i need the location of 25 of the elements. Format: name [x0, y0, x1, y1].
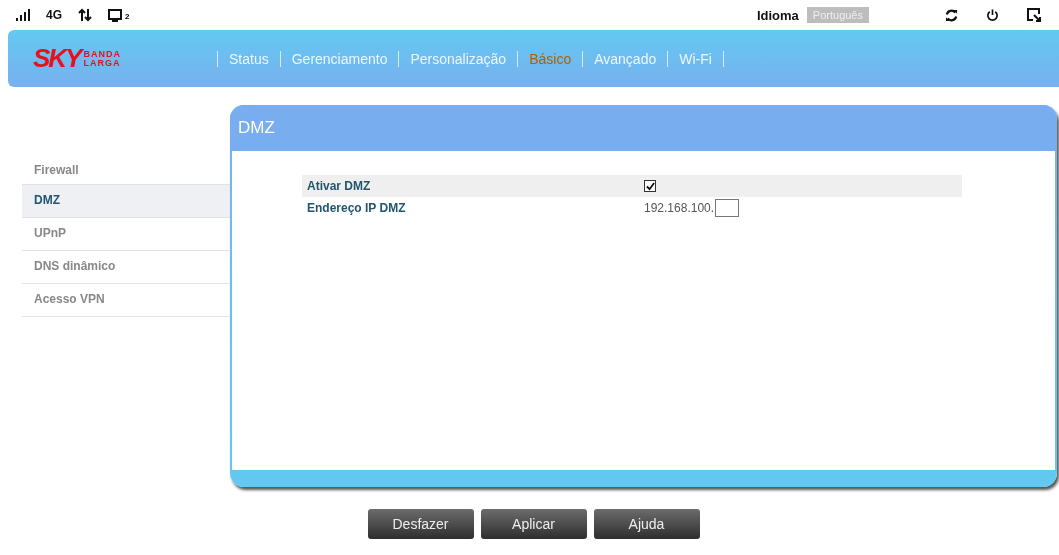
logout-icon[interactable] — [1027, 8, 1041, 22]
nav-tab[interactable]: Gerenciamento — [280, 50, 399, 67]
action-button[interactable]: Desfazer — [367, 509, 474, 539]
field-label: Endereço IP DMZ — [306, 201, 407, 215]
action-button[interactable]: Ajuda — [593, 509, 700, 539]
ip-prefix: 192.168.100. — [644, 201, 715, 215]
nav-tab[interactable]: Básico — [518, 50, 583, 67]
language-label: Idioma — [756, 7, 799, 23]
sidebar-item[interactable]: DMZ — [22, 185, 230, 218]
nav-tab[interactable]: Status — [218, 50, 280, 67]
enable-checkbox[interactable] — [644, 180, 656, 192]
power-icon[interactable] — [986, 8, 999, 22]
nav-tab[interactable]: Avançado — [583, 50, 668, 67]
data-transfer-icon — [78, 8, 92, 22]
action-button[interactable]: Aplicar — [480, 509, 587, 539]
panel-title: DMZ — [238, 118, 275, 138]
device-count: 2 — [125, 12, 130, 21]
nav-tab[interactable]: Wi-Fi — [668, 50, 723, 67]
monitor-icon — [108, 8, 122, 22]
refresh-icon[interactable] — [945, 8, 958, 22]
ip-input-field[interactable] — [715, 199, 740, 217]
signal-icon — [16, 9, 30, 21]
nav-tab[interactable]: Personalização — [399, 50, 518, 67]
field-label: Ativar DMZ — [306, 179, 372, 193]
network-type: 4G — [46, 8, 62, 22]
